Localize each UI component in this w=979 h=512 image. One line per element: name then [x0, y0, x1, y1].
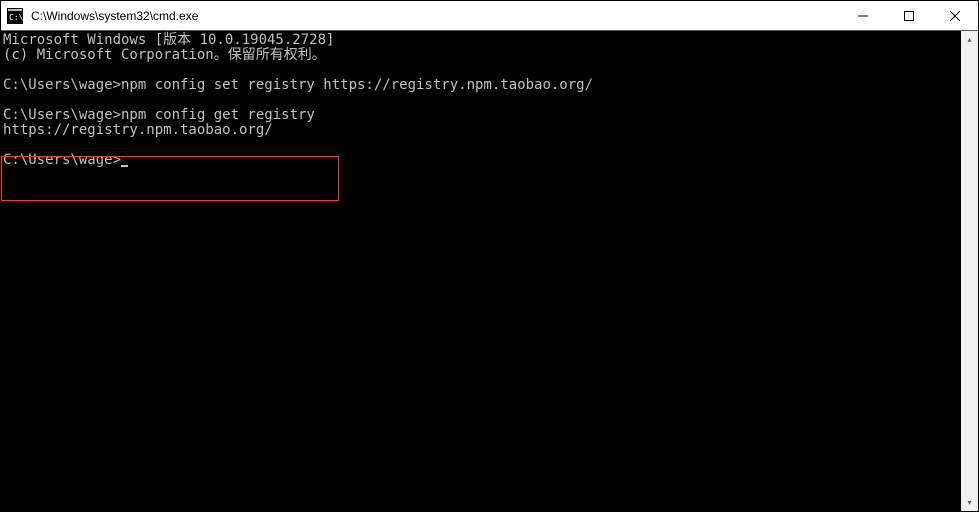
terminal-line: C:\Users\wage>npm config get registry: [3, 108, 961, 123]
terminal-line: https://registry.npm.taobao.org/: [3, 123, 961, 138]
svg-text:C:\: C:\: [9, 13, 23, 22]
terminal-line: [3, 93, 961, 108]
terminal-output[interactable]: Microsoft Windows [版本 10.0.19045.2728](c…: [1, 31, 961, 511]
close-button[interactable]: [932, 1, 978, 30]
scroll-up-button[interactable]: ▴: [961, 31, 978, 48]
maximize-button[interactable]: [886, 1, 932, 30]
vertical-scrollbar[interactable]: ▴ ▾: [961, 31, 978, 511]
scroll-down-button[interactable]: ▾: [961, 494, 978, 511]
chevron-up-icon: ▴: [967, 35, 971, 44]
terminal-line: Microsoft Windows [版本 10.0.19045.2728]: [3, 33, 961, 48]
cmd-icon: C:\: [7, 8, 23, 24]
terminal-line: C:\Users\wage>: [3, 153, 961, 168]
terminal-line: C:\Users\wage>npm config set registry ht…: [3, 78, 961, 93]
minimize-button[interactable]: [840, 1, 886, 30]
text-cursor: [121, 165, 128, 167]
terminal-line: [3, 63, 961, 78]
terminal-line: (c) Microsoft Corporation。保留所有权利。: [3, 48, 961, 63]
window-title: C:\Windows\system32\cmd.exe: [29, 9, 840, 23]
window-titlebar[interactable]: C:\ C:\Windows\system32\cmd.exe: [1, 1, 978, 31]
window-controls: [840, 1, 978, 30]
terminal-line: [3, 138, 961, 153]
chevron-down-icon: ▾: [967, 498, 971, 507]
